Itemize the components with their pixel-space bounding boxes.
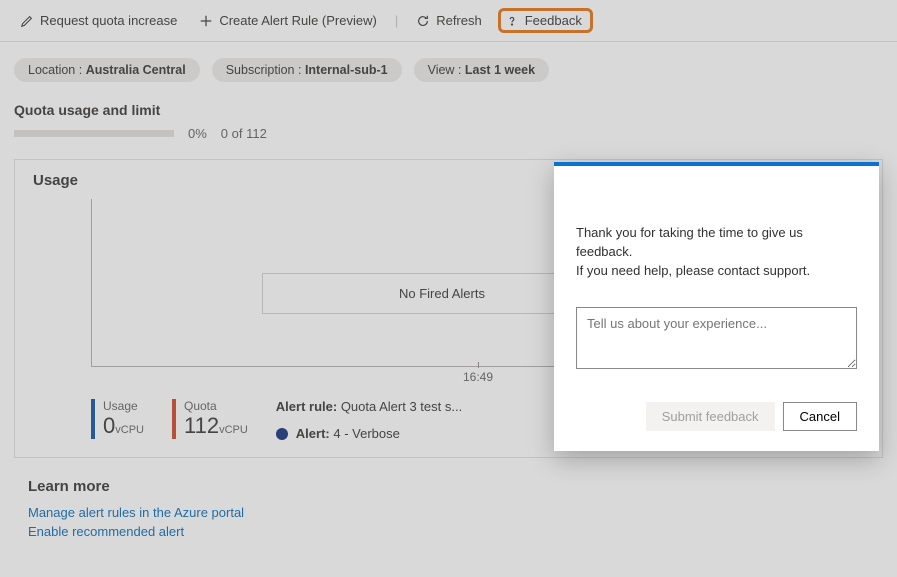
feedback-actions: Submit feedback Cancel — [576, 402, 857, 431]
feedback-text-line2: If you need help, please contact support… — [576, 262, 857, 281]
feedback-text-line1: Thank you for taking the time to give us… — [576, 224, 857, 262]
feedback-panel: Thank you for taking the time to give us… — [554, 162, 879, 451]
submit-feedback-button[interactable]: Submit feedback — [646, 402, 775, 431]
cancel-button[interactable]: Cancel — [783, 402, 857, 431]
feedback-textarea[interactable] — [576, 307, 857, 369]
